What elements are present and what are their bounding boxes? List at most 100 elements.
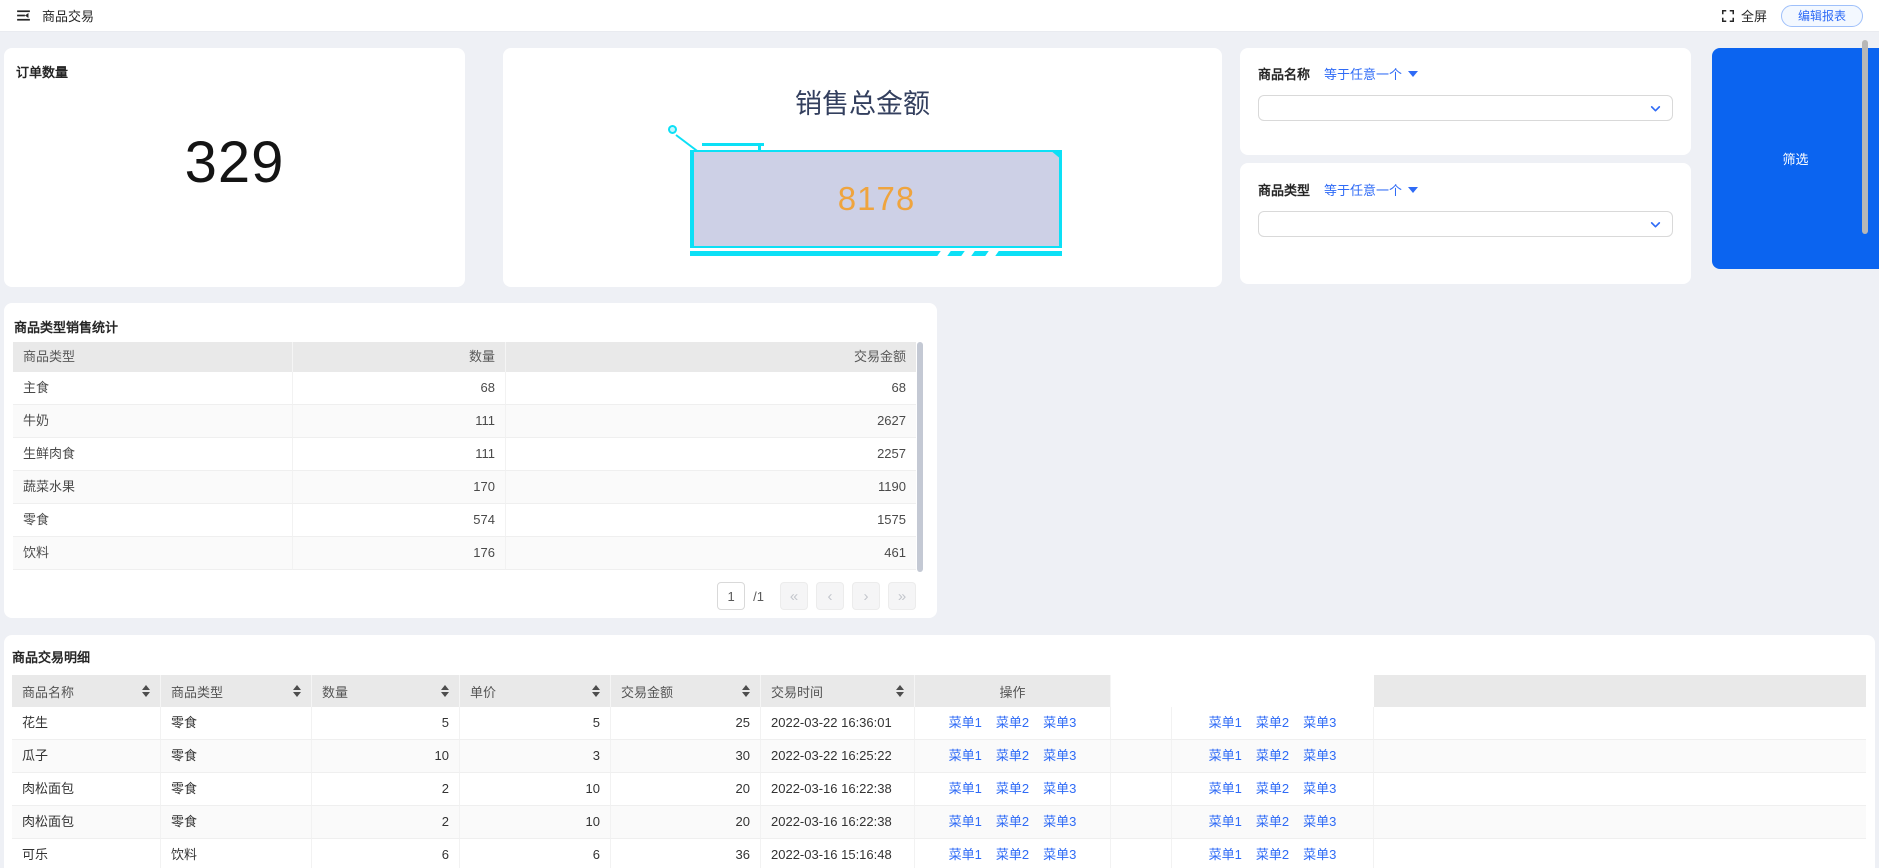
action-cell: 菜单1 菜单2 菜单3 xyxy=(915,806,1111,839)
cell-product-type: 零食 xyxy=(161,806,312,839)
action-link[interactable]: 菜单2 xyxy=(1256,839,1289,868)
product-name-select[interactable] xyxy=(1258,95,1673,121)
action-link[interactable]: 菜单3 xyxy=(1303,707,1336,739)
action-link[interactable]: 菜单3 xyxy=(1043,839,1076,868)
action-link[interactable]: 菜单3 xyxy=(1043,707,1076,739)
action-link[interactable]: 菜单2 xyxy=(996,707,1029,739)
table-row[interactable]: 肉松面包零食210202022-03-16 16:22:38菜单1菜单2菜单3菜… xyxy=(12,773,1866,806)
sort-icon[interactable] xyxy=(742,685,750,697)
action-link[interactable]: 菜单3 xyxy=(1043,806,1076,838)
action-link[interactable]: 菜单2 xyxy=(996,839,1029,868)
neon-corner-decoration xyxy=(1050,150,1062,160)
filter-card-product-name: 商品名称 等于任意一个 xyxy=(1240,48,1691,155)
last-page-button[interactable]: » xyxy=(888,582,916,610)
fullscreen-button[interactable]: 全屏 xyxy=(1721,6,1767,25)
stats-cell-type: 主食 xyxy=(13,372,293,405)
action-link[interactable]: 菜单1 xyxy=(1209,740,1242,772)
table-row[interactable]: 可乐饮料66362022-03-16 15:16:48菜单1菜单2菜单3菜单1菜… xyxy=(12,839,1866,868)
action-link[interactable]: 菜单3 xyxy=(1303,806,1336,838)
sort-icon[interactable] xyxy=(293,685,301,697)
action-cell: 菜单1 菜单2 菜单3 xyxy=(915,707,1111,740)
action-link[interactable]: 菜单3 xyxy=(1303,773,1336,805)
detail-table: 商品名称商品类型数量单价交易金额交易时间操作 花生零食55252022-03-2… xyxy=(12,675,1866,868)
sort-icon[interactable] xyxy=(592,685,600,697)
edit-report-button[interactable]: 编辑报表 xyxy=(1781,5,1863,27)
filter-operator-dropdown[interactable]: 等于任意一个 xyxy=(1324,64,1418,83)
cell-amount: 36 xyxy=(611,839,761,868)
action-link[interactable]: 菜单1 xyxy=(949,839,982,868)
table-row[interactable]: 瓜子零食103302022-03-22 16:25:22菜单1菜单2菜单3菜单1… xyxy=(12,740,1866,773)
sort-down-icon xyxy=(592,692,600,697)
action-link[interactable]: 菜单3 xyxy=(1303,839,1336,868)
cell-unit-price: 10 xyxy=(460,806,611,839)
table-row[interactable]: 牛奶1112627 xyxy=(13,405,916,438)
action-link[interactable]: 菜单2 xyxy=(996,773,1029,805)
table-row[interactable]: 零食5741575 xyxy=(13,504,916,537)
table-row[interactable]: 蔬菜水果1701190 xyxy=(13,471,916,504)
cell-time: 2022-03-16 15:16:48 xyxy=(761,839,915,868)
action-link[interactable]: 菜单1 xyxy=(1209,773,1242,805)
stats-cell-value: 170 xyxy=(293,471,506,504)
action-link[interactable]: 菜单2 xyxy=(1256,773,1289,805)
action-link[interactable]: 菜单1 xyxy=(949,740,982,772)
product-type-select[interactable] xyxy=(1258,211,1673,237)
action-link[interactable]: 菜单2 xyxy=(1256,707,1289,739)
action-link[interactable]: 菜单3 xyxy=(1043,740,1076,772)
dashboard-page: 商品交易 全屏 编辑报表 订单数量 329 销售总金额 xyxy=(0,0,1879,868)
filler-cell xyxy=(1374,707,1866,740)
detail-column-header[interactable]: 交易金额 xyxy=(611,675,761,707)
detail-column-header[interactable]: 单价 xyxy=(460,675,611,707)
header-spacer xyxy=(1172,675,1374,707)
order-card-title: 订单数量 xyxy=(16,62,453,81)
page-total-label: /1 xyxy=(753,589,764,604)
action-link[interactable]: 菜单1 xyxy=(949,707,982,739)
detail-table-scrollbar[interactable] xyxy=(1862,40,1868,234)
action-link[interactable]: 菜单2 xyxy=(1256,806,1289,838)
cell-product-name: 肉松面包 xyxy=(12,773,161,806)
detail-column-header[interactable]: 交易时间 xyxy=(761,675,915,707)
action-link[interactable]: 菜单2 xyxy=(1256,740,1289,772)
stats-table-body: 主食6868牛奶1112627生鲜肉食1112257蔬菜水果1701190零食5… xyxy=(13,372,916,570)
neon-circle-decoration xyxy=(668,125,677,134)
detail-column-label: 单价 xyxy=(470,682,496,701)
neon-bottom-bar xyxy=(690,251,1062,256)
filter-operator-label: 等于任意一个 xyxy=(1324,180,1402,199)
action-link[interactable]: 菜单1 xyxy=(1209,839,1242,868)
sort-icon[interactable] xyxy=(896,685,904,697)
action-cell: 菜单1 菜单2 菜单3 xyxy=(915,773,1111,806)
current-page-box[interactable]: 1 xyxy=(717,582,745,610)
action-link[interactable]: 菜单1 xyxy=(949,773,982,805)
action-link[interactable]: 菜单3 xyxy=(1043,773,1076,805)
action-link[interactable]: 菜单2 xyxy=(996,740,1029,772)
prev-page-button[interactable]: ‹ xyxy=(816,582,844,610)
action-link[interactable]: 菜单1 xyxy=(1209,806,1242,838)
detail-table-header: 商品名称商品类型数量单价交易金额交易时间操作 xyxy=(12,675,1866,707)
next-page-button[interactable]: › xyxy=(852,582,880,610)
detail-column-header[interactable]: 数量 xyxy=(312,675,460,707)
stats-table-scrollbar[interactable] xyxy=(917,342,923,572)
action-link[interactable]: 菜单2 xyxy=(996,806,1029,838)
menu-fold-icon[interactable] xyxy=(15,7,32,24)
action-link[interactable]: 菜单1 xyxy=(949,806,982,838)
sort-icon[interactable] xyxy=(441,685,449,697)
table-row[interactable]: 生鲜肉食1112257 xyxy=(13,438,916,471)
table-row[interactable]: 主食6868 xyxy=(13,372,916,405)
first-page-button[interactable]: « xyxy=(780,582,808,610)
sort-up-icon xyxy=(293,685,301,690)
empty-cell xyxy=(1111,707,1172,740)
table-row[interactable]: 饮料176461 xyxy=(13,537,916,570)
table-row[interactable]: 肉松面包零食210202022-03-16 16:22:38菜单1菜单2菜单3菜… xyxy=(12,806,1866,839)
detail-column-header[interactable]: 商品名称 xyxy=(12,675,161,707)
filter-submit-button[interactable]: 筛选 xyxy=(1712,48,1879,269)
detail-column-header-inner: 商品类型 xyxy=(171,682,301,701)
empty-cell xyxy=(1111,740,1172,773)
table-row[interactable]: 花生零食55252022-03-22 16:36:01菜单1菜单2菜单3菜单1菜… xyxy=(12,707,1866,740)
detail-column-header[interactable]: 商品类型 xyxy=(161,675,312,707)
action-link[interactable]: 菜单3 xyxy=(1303,740,1336,772)
stats-cell-value: 1190 xyxy=(506,471,916,504)
sort-icon[interactable] xyxy=(142,685,150,697)
cell-quantity: 10 xyxy=(312,740,460,773)
filter-operator-dropdown[interactable]: 等于任意一个 xyxy=(1324,180,1418,199)
action-link[interactable]: 菜单1 xyxy=(1209,707,1242,739)
stats-cell-value: 111 xyxy=(293,438,506,471)
